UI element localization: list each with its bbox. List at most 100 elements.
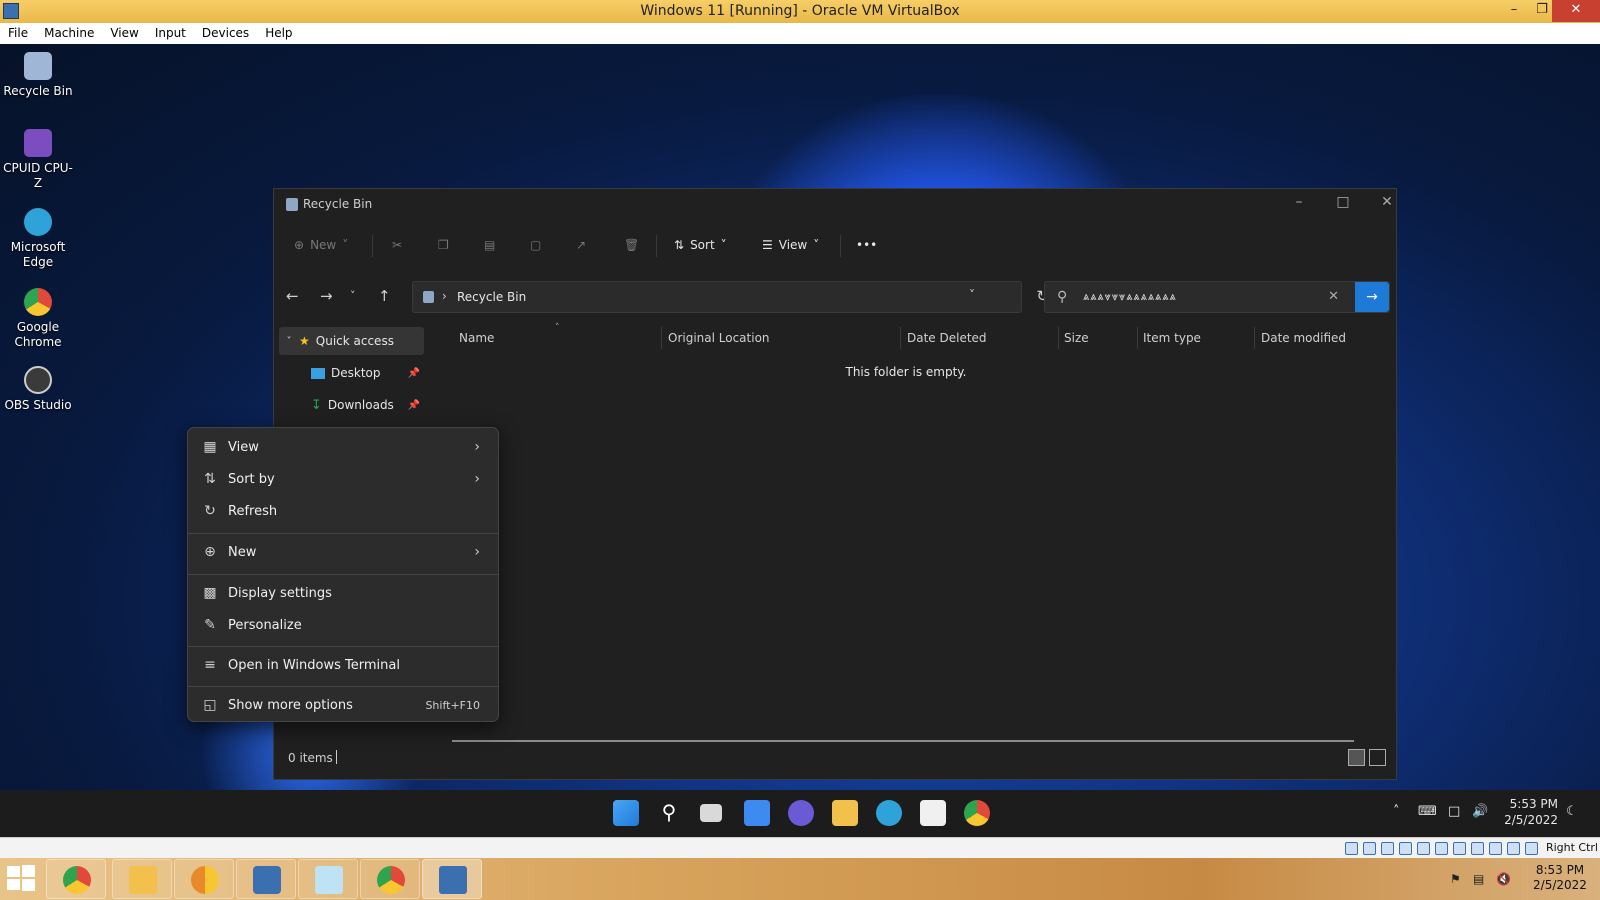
column-date-deleted[interactable]: Date Deleted [907, 331, 987, 345]
menu-item-new[interactable]: ⊕ New › [192, 537, 494, 567]
search-box[interactable]: ⚲ ⩓⩓⩓⩔⩔⩔⩓⩓⩓⩓⩓⩓⩓ ✕ → [1044, 281, 1390, 313]
nav-item-desktop[interactable]: Desktop 📌 [279, 359, 424, 387]
host-file-explorer-button[interactable] [112, 859, 172, 899]
column-divider[interactable] [1137, 327, 1138, 349]
network-icon[interactable]: □ [1448, 804, 1460, 819]
chevron-up-icon[interactable]: ˄ [1393, 804, 1400, 819]
action-center-flag-icon[interactable]: ⚑ [1450, 872, 1461, 886]
menu-input[interactable]: Input [147, 23, 194, 44]
menu-file[interactable]: File [0, 23, 36, 44]
guest-clock[interactable]: 5:53 PM 2/5/2022 [1500, 796, 1558, 828]
details-view-button[interactable] [1348, 749, 1365, 766]
share-button[interactable]: ↗ [576, 233, 586, 257]
menu-item-sort-by[interactable]: ⇅ Sort by › [192, 464, 494, 494]
horizontal-scrollbar[interactable] [452, 740, 1354, 742]
column-divider[interactable] [661, 327, 662, 349]
desktop-icon-chrome[interactable]: Google Chrome [0, 288, 76, 350]
shared-folders-icon[interactable] [1435, 842, 1448, 855]
menu-item-view[interactable]: ▦ View › [192, 432, 494, 462]
task-view-icon[interactable] [700, 804, 722, 822]
network-adapter-icon[interactable] [1399, 842, 1412, 855]
network-icon[interactable]: ▤ [1473, 872, 1484, 886]
rename-button[interactable]: ▢ [530, 233, 541, 257]
column-divider[interactable] [1254, 327, 1255, 349]
new-button[interactable]: ⊕ New ˅ [294, 233, 348, 257]
column-date-modified[interactable]: Date modified [1261, 331, 1346, 345]
hard-disk-icon[interactable] [1345, 842, 1358, 855]
back-arrow-icon[interactable]: ← [286, 287, 299, 305]
audio-icon[interactable] [1381, 842, 1394, 855]
explorer-minimize-button[interactable]: – [1284, 194, 1314, 210]
volume-icon[interactable]: 🔊 [1472, 804, 1488, 819]
copy-button[interactable]: ❐ [438, 233, 449, 257]
guest-desktop[interactable]: Recycle Bin CPUID CPU-Z Microsoft Edge G… [0, 44, 1600, 837]
address-bar[interactable]: › Recycle Bin ˅ ↻ [412, 281, 1049, 313]
nav-item-downloads[interactable]: ↧ Downloads 📌 [279, 391, 424, 419]
close-button[interactable]: ✕ [1552, 0, 1600, 22]
explorer-maximize-button[interactable]: □ [1328, 194, 1358, 210]
address-dropdown-icon[interactable]: ˅ [969, 288, 975, 302]
edge-icon[interactable] [876, 800, 902, 826]
host-clock[interactable]: 8:53 PM 2/5/2022 [1530, 863, 1590, 893]
volume-muted-icon[interactable]: 🔇 [1496, 872, 1511, 886]
view-button[interactable]: ☰ View ˅ [762, 233, 819, 257]
host-chrome-button-2[interactable] [360, 859, 420, 899]
store-icon[interactable] [920, 800, 946, 826]
recording-icon[interactable] [1471, 842, 1484, 855]
widgets-icon[interactable] [744, 800, 770, 826]
menu-item-refresh[interactable]: ↻ Refresh [192, 496, 494, 526]
desktop-icon-cpu-z[interactable]: CPUID CPU-Z [0, 129, 76, 191]
cpu-icon[interactable] [1489, 842, 1502, 855]
menu-machine[interactable]: Machine [36, 23, 102, 44]
breadcrumb-recycle-bin[interactable]: Recycle Bin [457, 290, 526, 304]
paste-button[interactable]: ▤ [484, 233, 495, 257]
minimize-button[interactable]: – [1500, 0, 1528, 22]
desktop-icon-edge[interactable]: Microsoft Edge [0, 208, 76, 270]
desktop-icon-recycle-bin[interactable]: Recycle Bin [0, 52, 76, 99]
menu-item-personalize[interactable]: ✎ Personalize [192, 610, 494, 640]
column-divider[interactable] [1058, 327, 1059, 349]
cut-button[interactable]: ✂ [392, 233, 402, 257]
column-name[interactable]: Name [459, 331, 494, 345]
usb-icon[interactable] [1417, 842, 1430, 855]
menu-item-display-settings[interactable]: ▩ Display settings [192, 578, 494, 608]
menu-devices[interactable]: Devices [194, 23, 257, 44]
sort-button[interactable]: ⇅ Sort ˅ [674, 233, 727, 257]
chrome-icon[interactable] [964, 800, 990, 826]
clear-search-icon[interactable]: ✕ [1328, 289, 1339, 304]
display-icon[interactable] [1453, 842, 1466, 855]
search-go-button[interactable]: → [1355, 282, 1389, 312]
more-options-button[interactable]: ••• [856, 233, 877, 257]
mouse-integration-icon[interactable] [1507, 842, 1520, 855]
column-item-type[interactable]: Item type [1143, 331, 1201, 345]
forward-arrow-icon[interactable]: → [320, 287, 333, 305]
host-notepad-button[interactable] [298, 859, 358, 899]
column-original-location[interactable]: Original Location [668, 331, 770, 345]
large-icons-view-button[interactable] [1369, 749, 1386, 766]
explorer-close-button[interactable]: ✕ [1372, 194, 1402, 210]
host-chrome-canary-button[interactable] [174, 859, 234, 899]
keyboard-icon[interactable]: ⌨ [1418, 804, 1437, 819]
delete-button[interactable]: 🗑 [624, 233, 639, 257]
start-button-icon[interactable] [613, 800, 639, 826]
host-vm-window-button[interactable] [422, 859, 482, 899]
column-divider[interactable] [900, 327, 901, 349]
up-arrow-icon[interactable]: ↑ [378, 287, 391, 305]
menu-item-open-terminal[interactable]: ≡ Open in Windows Terminal [192, 650, 494, 680]
nav-quick-access[interactable]: ˅ ★ Quick access [279, 327, 424, 355]
explorer-titlebar[interactable]: Recycle Bin – □ ✕ [274, 189, 1396, 219]
chat-icon[interactable] [788, 800, 814, 826]
menu-help[interactable]: Help [257, 23, 300, 44]
windows-start-icon[interactable] [6, 864, 40, 894]
desktop-icon-obs[interactable]: OBS Studio [0, 366, 76, 413]
search-icon[interactable]: ⚲ [656, 800, 682, 826]
menu-item-show-more-options[interactable]: ◱ Show more options Shift+F10 [192, 690, 494, 720]
column-size[interactable]: Size [1064, 331, 1089, 345]
file-explorer-icon[interactable] [832, 800, 858, 826]
host-key-arrow-icon[interactable] [1525, 842, 1538, 855]
host-virtualbox-button[interactable] [236, 859, 296, 899]
host-chrome-button[interactable] [46, 859, 106, 899]
search-input[interactable]: ⩓⩓⩓⩔⩔⩔⩓⩓⩓⩓⩓⩓⩓ [1083, 290, 1177, 304]
optical-drive-icon[interactable] [1363, 842, 1376, 855]
menu-view[interactable]: View [102, 23, 146, 44]
